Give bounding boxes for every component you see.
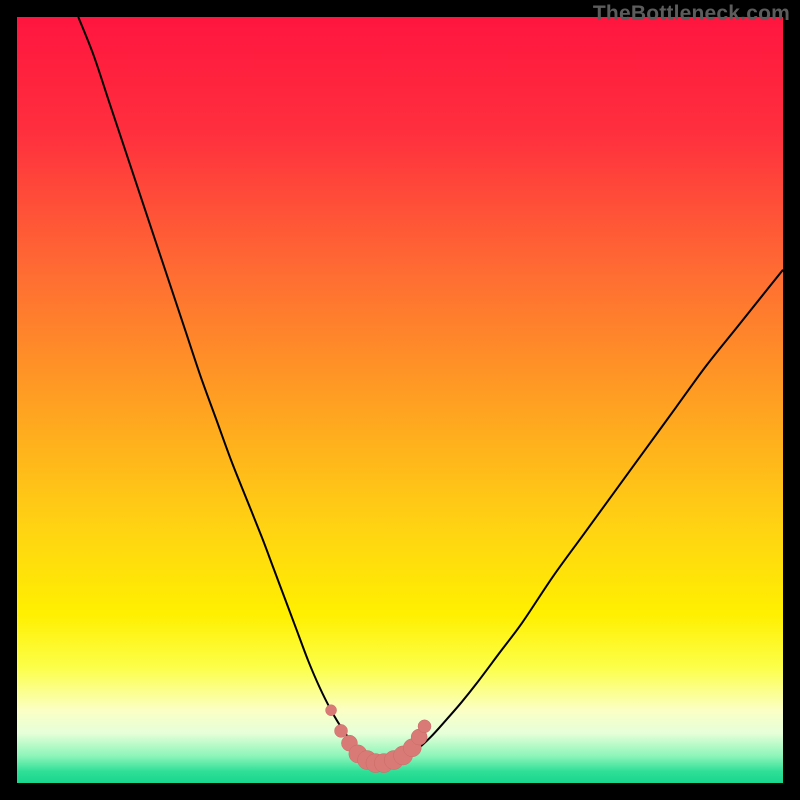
watermark-text: TheBottleneck.com [593,2,790,26]
heatmap-background [17,17,783,783]
chart-plot-area [17,17,783,783]
highlight-dot [418,720,431,733]
outer-black-frame: TheBottleneck.com [0,0,800,800]
highlight-dot [335,724,348,737]
chart-svg [17,17,783,783]
highlight-dot [326,705,337,716]
